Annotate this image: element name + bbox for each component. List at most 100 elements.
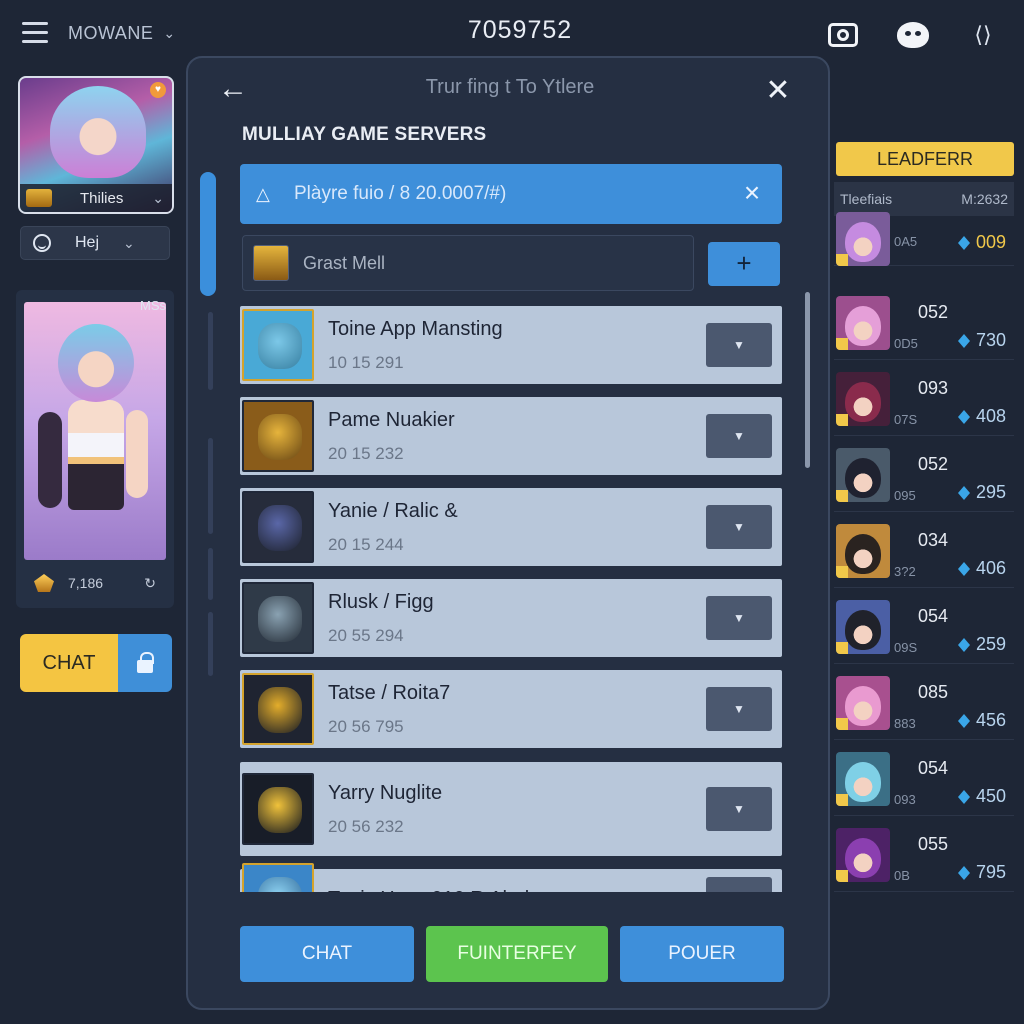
server-row[interactable]: Toine App Mansting 10 15 291 ▼ bbox=[240, 306, 782, 384]
diamond-icon bbox=[958, 236, 970, 250]
power-button[interactable]: POUER bbox=[620, 926, 784, 982]
chest-icon bbox=[26, 189, 52, 207]
server-row[interactable]: Pame Nuakier 20 15 232 ▼ bbox=[240, 397, 782, 475]
leaderboard-columns: Tleefiais M:2632 bbox=[834, 182, 1014, 216]
list-scrollbar[interactable] bbox=[805, 292, 810, 468]
lock-icon bbox=[137, 651, 154, 673]
leaderboard-score: 259 bbox=[976, 634, 1007, 654]
close-icon[interactable]: ✕ bbox=[760, 74, 796, 110]
avatar bbox=[50, 86, 146, 178]
scroll-track bbox=[208, 612, 213, 676]
profile-name: Thilies bbox=[80, 189, 124, 207]
scroll-track bbox=[208, 312, 213, 390]
interface-button[interactable]: FUINTERFEY bbox=[426, 926, 608, 982]
server-meta: 20 15 232 bbox=[328, 443, 404, 463]
expand-dropdown-button[interactable]: ▼ bbox=[706, 505, 772, 549]
menu-icon[interactable] bbox=[22, 22, 48, 44]
server-name: Yanie / Ralic & bbox=[328, 499, 458, 522]
add-server-input[interactable] bbox=[303, 249, 683, 277]
user-menu[interactable]: MOWANE ⌄ bbox=[68, 20, 175, 46]
expand-dropdown-button[interactable]: ▼ bbox=[706, 687, 772, 731]
leaderboard-score: 795 bbox=[976, 862, 1007, 882]
server-row[interactable]: Yanie / Ralic & 20 15 244 ▼ bbox=[240, 488, 782, 566]
avatar bbox=[836, 524, 890, 578]
profile-card[interactable]: ♥ Thilies ⌄ bbox=[18, 76, 174, 214]
leaderboard-row[interactable]: 055 0B 795 bbox=[834, 820, 1014, 892]
refresh-icon[interactable]: ↻ bbox=[144, 575, 156, 592]
expand-icon[interactable]: ⟨⟩ bbox=[966, 18, 1000, 52]
chevron-down-icon[interactable]: ⌄ bbox=[152, 190, 164, 207]
leaderboard-level: 09S bbox=[894, 640, 918, 655]
leaderboard-rank: 052 bbox=[918, 454, 949, 474]
expand-dropdown-button[interactable]: ▼ bbox=[706, 323, 772, 367]
character-art bbox=[24, 302, 166, 560]
leaderboard-level: 0A5 bbox=[894, 234, 918, 249]
server-icon bbox=[242, 400, 314, 472]
leaderboard-level: 883 bbox=[894, 716, 916, 731]
user-name: MOWANE bbox=[68, 22, 154, 43]
leaderboard-row[interactable]: 0A5 009 bbox=[834, 212, 1014, 266]
leaderboard-row[interactable]: 093 07S 408 bbox=[834, 364, 1014, 436]
leaderboard-score: 295 bbox=[976, 482, 1007, 502]
leaderboard-row[interactable]: 034 3?2 406 bbox=[834, 516, 1014, 588]
leaderboard-row[interactable]: 085 883 456 bbox=[834, 668, 1014, 740]
leaderboard-rank: 054 bbox=[918, 606, 949, 626]
search-input[interactable] bbox=[294, 179, 738, 209]
character-points: 7,186 bbox=[68, 575, 104, 591]
leaderboard-row[interactable]: 054 093 450 bbox=[834, 744, 1014, 816]
avatar bbox=[836, 212, 890, 266]
diamond-icon bbox=[958, 562, 970, 576]
camera-icon[interactable] bbox=[826, 18, 860, 52]
server-icon bbox=[242, 309, 314, 381]
leaderboard-level: 0B bbox=[894, 868, 910, 883]
chest-icon bbox=[253, 245, 289, 281]
server-name: Yarry Nuglite bbox=[328, 781, 443, 804]
server-name: Rlusk / Figg bbox=[328, 590, 434, 613]
expand-dropdown-button[interactable]: ▼ bbox=[706, 596, 772, 640]
clear-search-icon[interactable]: × bbox=[738, 179, 766, 208]
server-meta: 20 56 232 bbox=[328, 816, 404, 836]
lock-button[interactable] bbox=[118, 634, 172, 692]
diamond-icon bbox=[958, 486, 970, 500]
server-row[interactable]: Tatse / Roita7 20 56 795 ▼ bbox=[240, 670, 782, 748]
server-list: Toine App Mansting 10 15 291 ▼ Pame Nuakier… bbox=[240, 306, 782, 892]
leaderboard-row[interactable]: 054 09S 259 bbox=[834, 592, 1014, 664]
modal-title: Trur fing t To Ytlere bbox=[425, 76, 595, 98]
server-icon bbox=[242, 491, 314, 563]
expand-dropdown-button[interactable]: ▼ bbox=[706, 877, 772, 892]
leaderboard-level: 095 bbox=[894, 488, 916, 503]
chat-button[interactable]: CHAT bbox=[20, 634, 118, 692]
server-name: Tagis Hnss 010 R Ahnla bbox=[328, 888, 706, 893]
leaderboard-row[interactable]: 052 0D5 730 bbox=[834, 288, 1014, 360]
diamond-icon bbox=[958, 714, 970, 728]
server-name: Pame Nuakier bbox=[328, 408, 455, 431]
server-row[interactable]: Rlusk / Figg 20 55 294 ▼ bbox=[240, 579, 782, 657]
leaderboard-score: 456 bbox=[976, 710, 1007, 730]
status-label: Hej bbox=[75, 234, 100, 251]
chat-button[interactable]: CHAT bbox=[240, 926, 414, 982]
status-select[interactable]: Hej ⌄ bbox=[20, 226, 170, 260]
leaderboard-row[interactable]: 052 095 295 bbox=[834, 440, 1014, 512]
currency-counter: 7059752 bbox=[467, 16, 573, 44]
server-row[interactable]: Yarry Nuglite 20 56 232 ▼ bbox=[240, 762, 782, 856]
leaderboard-score: 730 bbox=[976, 330, 1007, 350]
server-meta: 20 55 294 bbox=[328, 625, 404, 645]
expand-dropdown-button[interactable]: ▼ bbox=[706, 414, 772, 458]
leaderboard-score: 450 bbox=[976, 786, 1007, 806]
add-button[interactable]: + bbox=[708, 242, 780, 286]
avatar bbox=[836, 372, 890, 426]
diamond-icon bbox=[958, 866, 970, 880]
search-bar: △ × bbox=[240, 164, 782, 224]
character-card[interactable]: MSs 7,186 ↻ bbox=[16, 290, 174, 608]
diamond-icon bbox=[958, 334, 970, 348]
leaderboard-level: 0D5 bbox=[894, 336, 918, 351]
scroll-thumb[interactable] bbox=[200, 172, 216, 296]
back-arrow-icon[interactable]: ← bbox=[218, 74, 258, 106]
avatar bbox=[836, 752, 890, 806]
emote-icon[interactable] bbox=[896, 18, 930, 52]
notification-badge: ♥ bbox=[150, 82, 166, 98]
server-row[interactable]: Tagis Hnss 010 R Ahnla▼ bbox=[240, 863, 782, 893]
diamond-icon bbox=[958, 410, 970, 424]
expand-dropdown-button[interactable]: ▼ bbox=[706, 787, 772, 831]
leaderboard-rank: 054 bbox=[918, 758, 949, 778]
